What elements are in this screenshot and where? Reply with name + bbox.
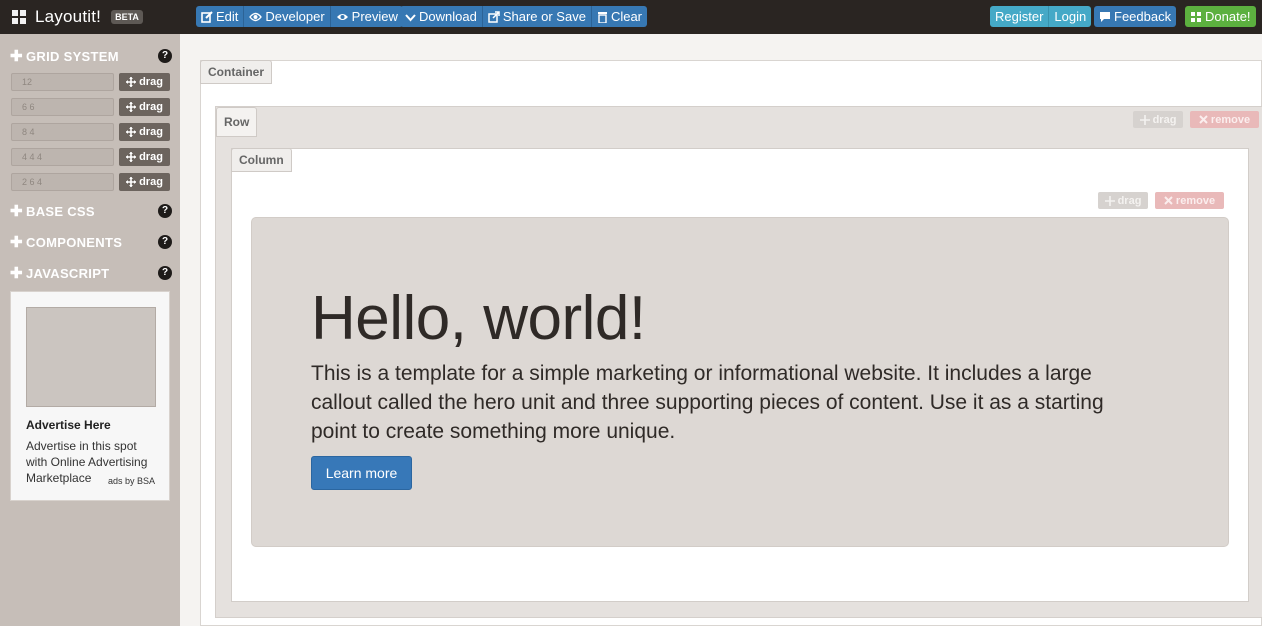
download-icon	[405, 13, 416, 21]
brand[interactable]: Layoutit! BETA	[12, 6, 143, 28]
trash-icon	[597, 11, 607, 23]
developer-icon	[249, 12, 263, 21]
edit-icon	[201, 10, 213, 23]
sidebar: ✚ GRID SYSTEM ? 12 drag 6 6 drag 8 4 dra…	[0, 34, 180, 626]
sidebar-section-components[interactable]: ✚ COMPONENTS ?	[10, 233, 172, 251]
help-icon[interactable]: ?	[158, 204, 172, 218]
grid-size-input[interactable]: 8 4	[11, 123, 114, 141]
column-remove-button[interactable]: remove	[1155, 192, 1224, 209]
mode-button-group: Edit Developer Preview	[196, 6, 403, 27]
share-icon	[488, 10, 500, 23]
hero-unit: Hello, world! This is a template for a s…	[251, 217, 1229, 547]
preview-button[interactable]: Preview	[330, 6, 403, 27]
move-icon	[126, 102, 137, 112]
donate-group: Donate!	[1185, 6, 1256, 27]
help-icon[interactable]: ?	[158, 235, 172, 249]
developer-button[interactable]: Developer	[244, 6, 331, 27]
move-icon	[1139, 114, 1150, 125]
row-drag-button[interactable]: drag	[1133, 111, 1183, 128]
share-save-button[interactable]: Share or Save	[482, 6, 592, 27]
drag-button[interactable]: drag	[119, 173, 170, 191]
grid-logo-icon	[12, 10, 26, 24]
grid-row-item: 2 6 4 drag	[11, 173, 171, 191]
ad-title[interactable]: Advertise Here	[26, 418, 111, 432]
grid-row-item: 4 4 4 drag	[11, 148, 171, 166]
hero-title: Hello, world!	[311, 284, 646, 353]
move-icon	[126, 127, 137, 137]
section-title: BASE CSS	[26, 203, 95, 219]
help-icon[interactable]: ?	[158, 266, 172, 280]
ad-image[interactable]	[26, 307, 156, 407]
grid-size-input[interactable]: 2 6 4	[11, 173, 114, 191]
sidebar-section-javascript[interactable]: ✚ JAVASCRIPT ?	[10, 264, 172, 282]
beta-badge: BETA	[111, 10, 143, 24]
row-remove-button[interactable]: remove	[1190, 111, 1259, 128]
sidebar-section-grid-system[interactable]: ✚ GRID SYSTEM ?	[10, 47, 172, 65]
advertisement[interactable]: Advertise Here Advertise in this spot wi…	[10, 291, 170, 501]
gift-icon	[1191, 11, 1201, 22]
grid-row-item: 12 drag	[11, 73, 171, 91]
top-navbar: Layoutit! BETA Edit Developer Preview Do…	[0, 0, 1262, 34]
edit-button[interactable]: Edit	[196, 6, 245, 27]
account-button-group: Register Login	[990, 6, 1092, 27]
file-button-group: Download Share or Save Clear	[400, 6, 648, 27]
app-title: Layoutit!	[35, 7, 102, 26]
move-icon	[126, 152, 137, 162]
clear-button[interactable]: Clear	[591, 6, 648, 27]
grid-size-input[interactable]: 6 6	[11, 98, 114, 116]
grid-row-item: 6 6 drag	[11, 98, 171, 116]
plus-icon: ✚	[10, 47, 23, 65]
hero-text: This is a template for a simple marketin…	[311, 362, 1104, 443]
move-icon	[126, 177, 137, 187]
section-title: GRID SYSTEM	[26, 48, 119, 64]
plus-icon: ✚	[10, 233, 23, 251]
move-icon	[126, 77, 137, 87]
ad-by-link[interactable]: ads by BSA	[108, 476, 155, 486]
grid-size-input[interactable]: 4 4 4	[11, 148, 114, 166]
donate-button[interactable]: Donate!	[1185, 6, 1256, 27]
section-title: COMPONENTS	[26, 234, 123, 250]
register-button[interactable]: Register	[990, 6, 1050, 27]
section-title: JAVASCRIPT	[26, 265, 110, 281]
download-button[interactable]: Download	[400, 6, 483, 27]
close-icon	[1199, 115, 1208, 124]
eye-icon	[336, 13, 348, 20]
container-label: Container	[200, 60, 273, 84]
drag-button[interactable]: drag	[119, 73, 170, 91]
plus-icon: ✚	[10, 202, 23, 220]
grid-row-item: 8 4 drag	[11, 123, 171, 141]
drag-button[interactable]: drag	[119, 123, 170, 141]
login-button[interactable]: Login	[1049, 6, 1092, 27]
column-label: Column	[231, 148, 292, 172]
drag-button[interactable]: drag	[119, 98, 170, 116]
feedback-group: Feedback	[1094, 6, 1177, 27]
comment-icon	[1100, 11, 1110, 22]
sidebar-section-base-css[interactable]: ✚ BASE CSS ?	[10, 202, 172, 220]
row-label: Row	[216, 107, 258, 137]
plus-icon: ✚	[10, 264, 23, 282]
feedback-button[interactable]: Feedback	[1094, 6, 1177, 27]
drag-button[interactable]: drag	[119, 148, 170, 166]
close-icon	[1164, 196, 1173, 205]
move-icon	[1104, 195, 1115, 206]
grid-size-input[interactable]: 12	[11, 73, 114, 91]
learn-more-button[interactable]: Learn more	[311, 456, 412, 490]
help-icon[interactable]: ?	[158, 49, 172, 63]
column-drag-button[interactable]: drag	[1098, 192, 1148, 209]
